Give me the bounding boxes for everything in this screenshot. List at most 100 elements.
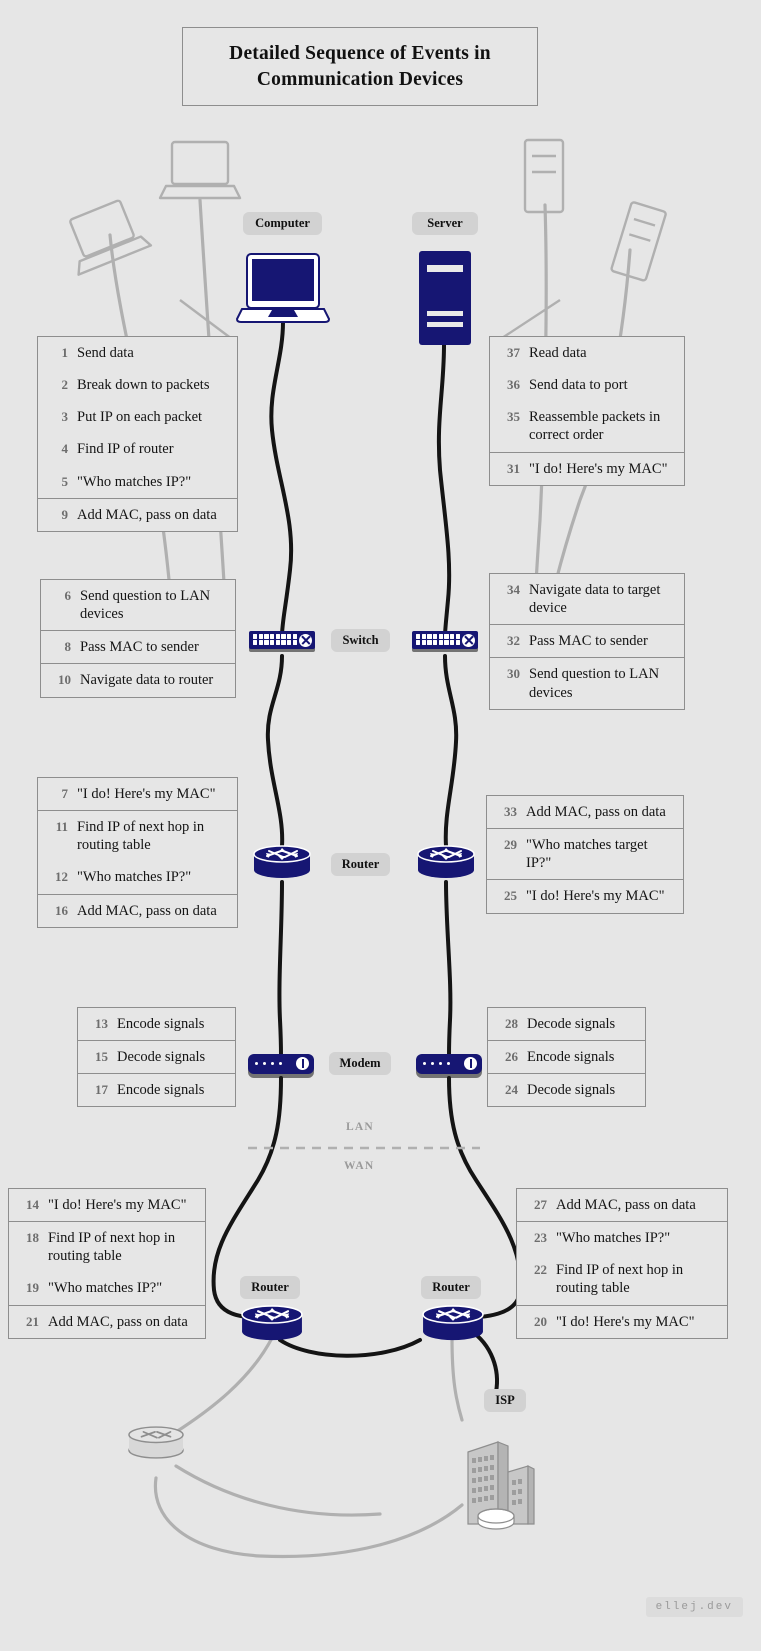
step-text: Send data xyxy=(77,345,134,361)
label-modem-text: Modem xyxy=(339,1056,381,1070)
watermark: ellej.dev xyxy=(645,1597,743,1617)
steps-server: 37 Read data 36 Send data to port 35 Reassemb… xyxy=(489,336,685,486)
step-text: "I do! Here's my MAC" xyxy=(526,888,665,905)
step-row: 23 "Who matches IP?" xyxy=(517,1222,727,1254)
step-group: 31 "I do! Here's my MAC" xyxy=(490,453,684,485)
step-number: 3 xyxy=(61,409,69,425)
device-wan-router-right[interactable] xyxy=(422,1304,484,1342)
step-number: 25 xyxy=(504,888,517,904)
step-number: 5 xyxy=(61,473,69,489)
step-text: Encode signals xyxy=(117,1082,205,1099)
step-number: 6 xyxy=(64,588,72,603)
modem-leds-right xyxy=(423,1062,450,1065)
device-switch-right[interactable] xyxy=(412,631,478,649)
step-group: 27 Add MAC, pass on data xyxy=(517,1189,727,1223)
device-server[interactable] xyxy=(417,249,473,347)
label-server-text: Server xyxy=(427,216,463,230)
device-router-left[interactable] xyxy=(253,845,311,879)
step-number: 10 xyxy=(58,672,71,688)
step-number: 30 xyxy=(507,666,520,682)
step-row: 17 Encode signals xyxy=(78,1074,235,1106)
step-number: 27 xyxy=(534,1197,547,1212)
step-row: 22 Find IP of next hop in routing table xyxy=(517,1254,727,1304)
label-wan-router-right: Router xyxy=(421,1276,481,1299)
step-text: Find IP of router xyxy=(77,441,174,458)
step-row: 11 Find IP of next hop in routing table xyxy=(38,811,237,861)
step-text: Decode signals xyxy=(527,1082,616,1099)
step-text: "I do! Here's my MAC" xyxy=(556,1313,695,1330)
step-number: 24 xyxy=(505,1082,518,1098)
step-number: 31 xyxy=(507,460,520,476)
step-group: 11 Find IP of next hop in routing table 12… xyxy=(38,811,237,895)
device-modem-left[interactable] xyxy=(248,1054,314,1074)
step-number: 33 xyxy=(504,804,517,819)
step-text: "I do! Here's my MAC" xyxy=(48,1197,187,1213)
device-modem-right[interactable] xyxy=(416,1054,482,1074)
step-number: 7 xyxy=(61,786,69,801)
step-group: 23 "Who matches IP?" 22 Find IP of next hop… xyxy=(517,1222,727,1306)
step-row: 1 Send data xyxy=(38,337,237,369)
step-group: 20 "I do! Here's my MAC" xyxy=(517,1306,727,1338)
step-row: 3 Put IP on each packet xyxy=(38,401,237,433)
step-number: 36 xyxy=(507,377,520,393)
device-router-right[interactable] xyxy=(417,845,475,879)
step-number: 35 xyxy=(507,409,520,425)
step-row: 26 Encode signals xyxy=(488,1041,645,1073)
step-group: 16 Add MAC, pass on data xyxy=(38,895,237,927)
step-group: 8 Pass MAC to sender xyxy=(41,631,235,665)
step-row: 16 Add MAC, pass on data xyxy=(38,895,237,927)
step-text: Add MAC, pass on data xyxy=(556,1197,696,1213)
step-group: 28 Decode signals xyxy=(488,1008,645,1042)
page-title: Detailed Sequence of Events in Communica… xyxy=(182,27,538,106)
label-server: Server xyxy=(412,212,478,235)
device-isp-building[interactable] xyxy=(460,1424,538,1532)
power-icon xyxy=(464,1057,477,1070)
step-group: 14 "I do! Here's my MAC" xyxy=(9,1189,205,1223)
device-computer[interactable] xyxy=(236,253,330,323)
zone-label-wan: WAN xyxy=(344,1160,375,1172)
device-isp-router[interactable] xyxy=(128,1426,184,1459)
device-switch-left[interactable] xyxy=(249,631,315,649)
step-row: 34 Navigate data to target device xyxy=(490,574,684,624)
step-group: 10 Navigate data to router xyxy=(41,664,235,696)
step-row: 15 Decode signals xyxy=(78,1041,235,1073)
step-text: "I do! Here's my MAC" xyxy=(529,460,668,477)
step-number: 20 xyxy=(534,1313,547,1329)
steps-router-left: 7 "I do! Here's my MAC" 11 Find IP of next … xyxy=(37,777,238,928)
step-row: 10 Navigate data to router xyxy=(41,664,235,696)
step-text: "Who matches IP?" xyxy=(48,1280,163,1297)
step-row: 5 "Who matches IP?" xyxy=(38,466,237,498)
step-group: 29 "Who matches target IP?" xyxy=(487,829,683,881)
step-group: 32 Pass MAC to sender xyxy=(490,625,684,659)
label-switch: Switch xyxy=(331,629,390,652)
step-number: 21 xyxy=(26,1313,39,1329)
step-text: Encode signals xyxy=(527,1049,615,1066)
steps-switch-right: 34 Navigate data to target device 32 Pass M… xyxy=(489,573,685,710)
label-router: Router xyxy=(331,853,390,876)
step-number: 23 xyxy=(534,1230,547,1246)
step-row: 18 Find IP of next hop in routing table xyxy=(9,1222,205,1272)
step-group: 1 Send data 2 Break down to packets 3 Put IP … xyxy=(38,337,237,499)
step-text: Encode signals xyxy=(117,1016,205,1032)
step-number: 28 xyxy=(505,1016,518,1031)
step-row: 9 Add MAC, pass on data xyxy=(38,499,237,531)
step-number: 37 xyxy=(507,345,520,360)
step-text: "Who matches IP?" xyxy=(77,869,192,886)
modem-leds-left xyxy=(255,1062,282,1065)
step-row: 4 Find IP of router xyxy=(38,433,237,465)
step-number: 4 xyxy=(61,441,69,457)
step-text: "Who matches IP?" xyxy=(556,1230,671,1247)
device-wan-router-left[interactable] xyxy=(241,1304,303,1342)
step-text: Add MAC, pass on data xyxy=(526,804,666,820)
step-number: 16 xyxy=(55,902,68,918)
step-number: 9 xyxy=(61,506,69,522)
step-text: Send question to LAN devices xyxy=(529,666,660,701)
zone-label-lan: LAN xyxy=(346,1121,374,1133)
label-switch-text: Switch xyxy=(342,633,379,647)
step-group: 34 Navigate data to target device xyxy=(490,574,684,626)
step-text: Find IP of next hop in routing table xyxy=(48,1230,176,1265)
step-group: 9 Add MAC, pass on data xyxy=(38,499,237,531)
step-text: Decode signals xyxy=(117,1049,206,1066)
label-computer-text: Computer xyxy=(255,216,310,230)
step-row: 29 "Who matches target IP?" xyxy=(487,829,683,879)
